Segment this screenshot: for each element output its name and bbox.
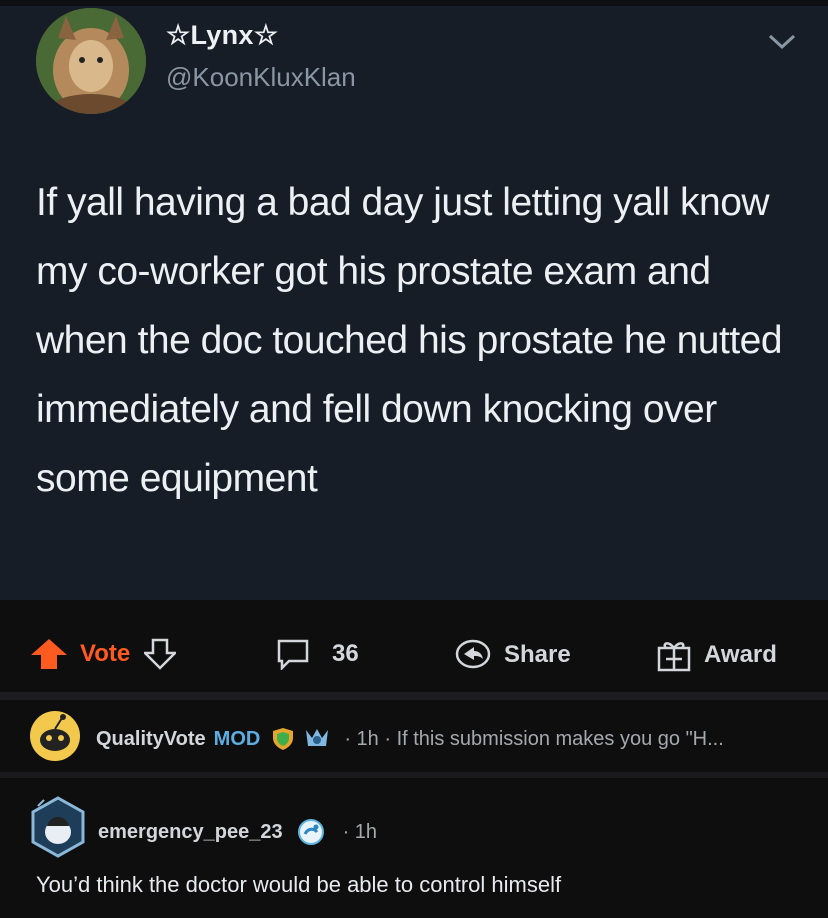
achievement-icon <box>297 818 325 846</box>
share-icon <box>454 638 492 672</box>
comment-header: emergency_pee_23 · 1h <box>98 818 377 846</box>
downvote-icon[interactable] <box>144 638 177 670</box>
mod-badge: MOD <box>213 727 261 750</box>
pinned-username[interactable]: QualityVote <box>96 728 206 751</box>
vote-label: Vote <box>80 640 131 667</box>
pinned-comment-header: QualityVote MOD · 1h · If this submissio… <box>96 726 724 752</box>
tweet-text: If yall having a bad day just letting ya… <box>36 181 783 500</box>
shield-icon <box>270 726 296 752</box>
share-button[interactable]: Share <box>454 638 571 672</box>
bot-avatar[interactable] <box>28 710 82 762</box>
comments-count: 36 <box>332 640 359 667</box>
award-label: Award <box>704 641 777 668</box>
comment-meta: · 1h <box>342 820 378 843</box>
award-button[interactable]: Award <box>656 638 777 672</box>
user-avatar[interactable] <box>30 796 86 858</box>
top-edge <box>0 0 828 6</box>
comments-button[interactable]: 36 <box>276 638 359 670</box>
gift-icon <box>656 638 692 672</box>
section-divider <box>0 692 828 700</box>
comment-icon <box>276 638 310 670</box>
display-name[interactable]: ☆Lynx☆ <box>166 20 278 51</box>
pinned-comment-meta: · 1h · If this submission makes you go "… <box>344 727 724 750</box>
flair-icon <box>302 726 332 752</box>
vote-control: Vote <box>30 638 177 670</box>
comment-body: You’d think the doctor would be able to … <box>36 872 562 897</box>
comment-username[interactable]: emergency_pee_23 <box>98 821 283 844</box>
upvote-icon[interactable] <box>30 638 68 670</box>
chevron-down-icon[interactable] <box>766 30 798 52</box>
share-label: Share <box>504 641 571 668</box>
tweet-avatar[interactable] <box>36 8 146 114</box>
user-handle[interactable]: @KoonKluxKlan <box>166 62 356 93</box>
